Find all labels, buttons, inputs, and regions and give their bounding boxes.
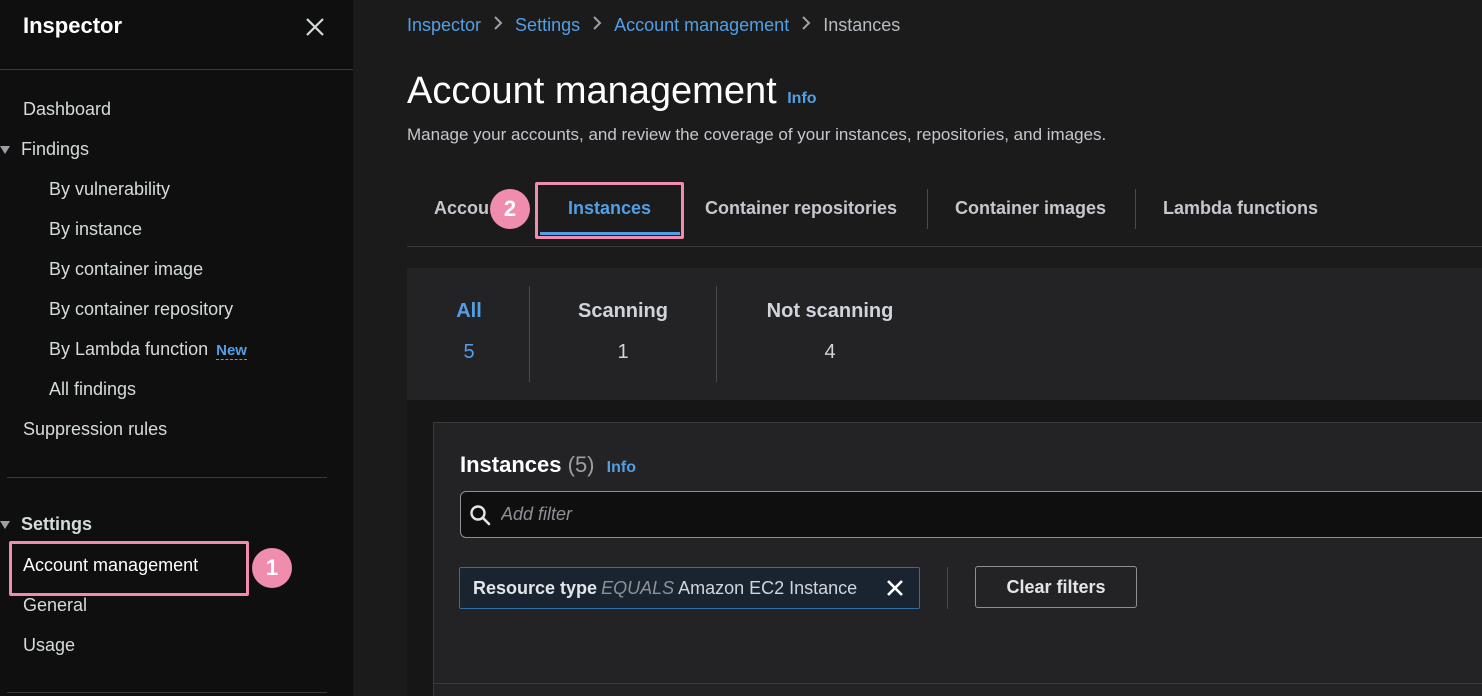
- summary-scanning-label: Scanning: [577, 300, 668, 322]
- breadcrumb-link-settings[interactable]: Settings: [515, 15, 580, 35]
- breadcrumb-link-account-management[interactable]: Account management: [614, 15, 789, 35]
- tab-divider: [927, 189, 928, 229]
- summary-divider: [529, 286, 530, 382]
- new-badge: New: [216, 342, 247, 360]
- sidebar-item-all-findings[interactable]: All findings: [49, 379, 136, 400]
- caret-down-icon[interactable]: [0, 146, 10, 154]
- sidebar-section-settings[interactable]: Settings: [21, 514, 92, 535]
- sidebar-item-by-lambda-function[interactable]: By Lambda function New: [49, 339, 247, 360]
- summary-scanning-value: 1: [617, 341, 629, 363]
- summary-divider: [716, 286, 717, 382]
- summary-not-scanning-value: 4: [824, 341, 836, 363]
- sidebar-item-label: By Lambda function: [49, 339, 209, 359]
- tab-container-repositories[interactable]: Container repositories: [705, 198, 897, 219]
- table-divider: [433, 683, 1482, 684]
- chevron-right-icon: [801, 15, 811, 36]
- sidebar-item-dashboard[interactable]: Dashboard: [23, 99, 111, 120]
- table-count: (5): [567, 452, 595, 477]
- table-title: Instances (5) Info: [460, 452, 636, 478]
- chevron-right-icon: [592, 15, 602, 36]
- coverage-summary: All 5 Scanning 1 Not scanning 4: [407, 268, 1482, 400]
- search-icon: [470, 505, 491, 526]
- filter-token-value: Amazon EC2 Instance: [678, 578, 858, 598]
- chevron-right-icon: [493, 15, 503, 36]
- tab-container-images[interactable]: Container images: [955, 198, 1106, 219]
- caret-down-icon[interactable]: [0, 521, 10, 529]
- sidebar-divider: [7, 692, 327, 693]
- tab-lambda-functions[interactable]: Lambda functions: [1163, 198, 1318, 219]
- clear-filters-button[interactable]: Clear filters: [975, 566, 1137, 608]
- filter-divider: [947, 567, 948, 609]
- summary-not-scanning[interactable]: Not scanning 4: [757, 300, 903, 364]
- highlight-box-instances-tab: [535, 182, 684, 239]
- info-link[interactable]: Info: [607, 459, 636, 476]
- sidebar-title: Inspector: [23, 13, 123, 38]
- summary-not-scanning-label: Not scanning: [766, 300, 894, 322]
- filter-search[interactable]: [460, 491, 1482, 538]
- step-badge-1: 1: [252, 548, 292, 588]
- close-icon[interactable]: [303, 15, 327, 39]
- info-link[interactable]: Info: [787, 90, 816, 107]
- summary-all[interactable]: All 5: [445, 300, 493, 364]
- filter-token-key: Resource type: [473, 578, 598, 598]
- sidebar-item-by-container-image[interactable]: By container image: [49, 259, 203, 280]
- summary-all-value: 5: [463, 341, 475, 363]
- close-icon[interactable]: [884, 577, 906, 599]
- page-title-text: Account management: [407, 70, 777, 112]
- step-badge-2: 2: [490, 189, 530, 229]
- filter-input[interactable]: [501, 504, 1401, 525]
- sidebar-divider: [7, 477, 327, 478]
- highlight-box-account-management: [9, 541, 249, 596]
- sidebar-item-by-container-repository[interactable]: By container repository: [49, 299, 233, 320]
- sidebar-item-suppression-rules[interactable]: Suppression rules: [23, 419, 167, 440]
- sidebar-item-by-vulnerability[interactable]: By vulnerability: [49, 179, 170, 200]
- sidebar-item-general[interactable]: General: [23, 595, 87, 616]
- breadcrumb: Inspector Settings Account management Insta…: [407, 15, 900, 36]
- table-title-text: Instances: [460, 452, 562, 477]
- sidebar-item-usage[interactable]: Usage: [23, 635, 75, 656]
- breadcrumb-current: Instances: [823, 15, 901, 35]
- filter-token-operator: EQUALS: [601, 578, 675, 598]
- sidebar-item-findings[interactable]: Findings: [21, 139, 89, 160]
- page-description: Manage your accounts, and review the cov…: [407, 125, 1107, 144]
- tab-accounts[interactable]: Accou: [434, 198, 489, 219]
- breadcrumb-link-inspector[interactable]: Inspector: [407, 15, 481, 35]
- page-title: Account management Info: [407, 70, 817, 113]
- summary-scanning[interactable]: Scanning 1: [571, 300, 675, 364]
- filter-token: Resource type EQUALS Amazon EC2 Instance: [459, 567, 920, 609]
- sidebar-item-by-instance[interactable]: By instance: [49, 219, 142, 240]
- summary-all-label: All: [456, 300, 482, 322]
- sidebar-header: Inspector: [0, 0, 353, 70]
- tabs-divider: [407, 246, 1482, 247]
- tab-divider: [1135, 189, 1136, 229]
